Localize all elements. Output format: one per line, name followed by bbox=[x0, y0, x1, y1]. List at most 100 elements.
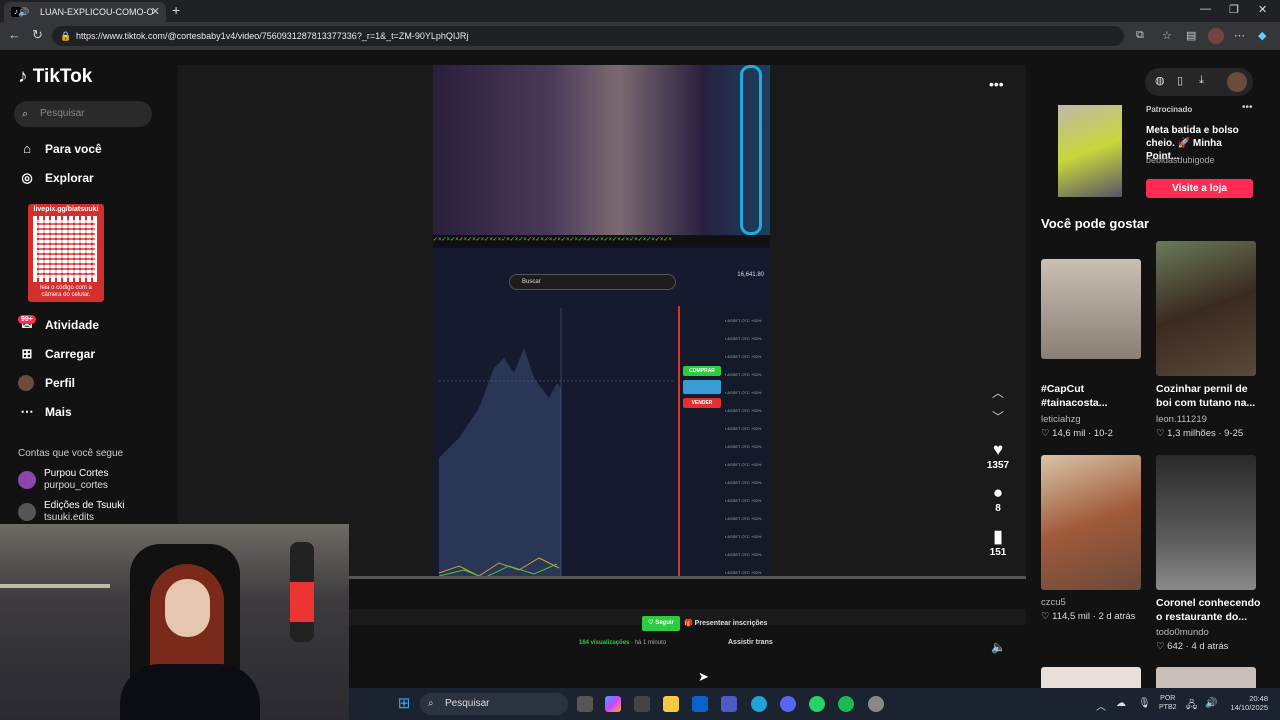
profile-avatar[interactable] bbox=[1208, 28, 1224, 44]
volume-tray-icon[interactable]: 🔊 bbox=[1205, 698, 1217, 709]
task-view-icon[interactable] bbox=[577, 696, 593, 712]
card-user[interactable]: leticiahzg bbox=[1041, 414, 1081, 425]
save-button[interactable]: ▮ 151 bbox=[982, 527, 1014, 558]
video-thumbnail[interactable] bbox=[1041, 455, 1141, 590]
buy-button: COMPRAR bbox=[683, 366, 721, 376]
sidebar-item-upload[interactable]: ⊞ Carregar bbox=[18, 344, 95, 364]
prev-video-icon[interactable]: ︿ bbox=[992, 384, 1004, 401]
video-frame[interactable]: ✓×✓×✓×✓×✓×✓×✓×✓×✓×✓×✓×✓×✓×✓×✓×✓×✓×✓×✓×✓×… bbox=[433, 65, 770, 605]
livepix-qr-overlay: livepix.gg/biatsuuki leia o código com a… bbox=[28, 204, 104, 302]
trade-info bbox=[683, 380, 721, 394]
video-thumbnail[interactable] bbox=[1156, 455, 1256, 590]
asset-row: ▪ ASSET OTC +92% bbox=[725, 498, 762, 503]
followed-account[interactable]: Edições de Tsuuki tsuuki.edits bbox=[18, 500, 124, 526]
neon-light bbox=[740, 65, 762, 235]
watch-stream-label: Assistir trans bbox=[728, 639, 773, 646]
lock-icon: 🔒 bbox=[60, 31, 72, 41]
download-icon[interactable]: ⤓ bbox=[1199, 74, 1204, 87]
volume-icon[interactable]: 🔈 bbox=[991, 640, 1006, 654]
favorites-icon[interactable]: ☆ bbox=[1162, 29, 1172, 42]
speaker-icon[interactable]: 🔊 bbox=[18, 2, 29, 22]
card-user[interactable]: todo0mundo bbox=[1156, 627, 1209, 638]
discord-icon[interactable] bbox=[780, 696, 796, 712]
like-button[interactable]: ♥ 1357 bbox=[982, 440, 1014, 471]
asset-row: ▪ ASSET OTC +92% bbox=[725, 354, 762, 359]
trade-search: Buscar bbox=[509, 274, 676, 290]
video-thumbnail[interactable] bbox=[1156, 667, 1256, 690]
windows-start-icon[interactable]: ⊞ bbox=[396, 696, 412, 712]
maximize-icon[interactable]: ❐ bbox=[1229, 3, 1239, 16]
card-title[interactable]: #CapCut #tainacosta... bbox=[1041, 382, 1151, 410]
card-user[interactable]: leon.111219 bbox=[1156, 414, 1207, 425]
heart-icon: ♥ bbox=[992, 440, 1004, 459]
save-count: 151 bbox=[989, 547, 1007, 558]
address-bar-row: ← ↻ 🔒 https://www.tiktok.com/@cortesbaby… bbox=[0, 22, 1280, 50]
edge-icon[interactable] bbox=[751, 696, 767, 712]
new-tab-icon[interactable]: + bbox=[172, 2, 180, 18]
qr-code bbox=[33, 216, 99, 282]
coins-icon[interactable]: ◍ bbox=[1155, 74, 1165, 87]
follow-button: ♡ Seguir bbox=[642, 616, 680, 631]
search-input[interactable]: ⌕ Pesquisar bbox=[14, 101, 152, 127]
collections-icon[interactable]: ▤ bbox=[1186, 29, 1196, 42]
onedrive-icon[interactable]: ☁ bbox=[1116, 698, 1126, 709]
teams-icon[interactable] bbox=[721, 696, 737, 712]
avatar[interactable] bbox=[1227, 72, 1247, 92]
followed-account[interactable]: Purpou Cortes purpou_cortes bbox=[18, 468, 108, 494]
sidebar-item-profile[interactable]: Perfil bbox=[18, 373, 75, 393]
tab-title: LUAN-EXPLICOU-COMO-O bbox=[40, 7, 154, 17]
outlook-icon[interactable] bbox=[692, 696, 708, 712]
home-icon: ⌂ bbox=[23, 141, 31, 156]
mic-icon[interactable]: 🎙 bbox=[1138, 698, 1151, 709]
back-icon[interactable]: ← bbox=[8, 27, 21, 42]
phone-icon[interactable]: ▯ bbox=[1177, 74, 1183, 87]
asset-row: ▪ ASSET OTC +92% bbox=[725, 552, 762, 557]
video-thumbnail[interactable] bbox=[1156, 241, 1256, 376]
video-more-icon[interactable]: ••• bbox=[989, 76, 1004, 92]
more-icon: ⋯ bbox=[20, 404, 34, 419]
copilot-icon[interactable]: ◆ bbox=[1258, 29, 1266, 42]
tiktok-logo[interactable]: ♪ TikTok bbox=[18, 66, 92, 88]
search-icon: ⌕ bbox=[428, 698, 434, 709]
ad-user[interactable]: bebidasdubigode bbox=[1146, 155, 1215, 165]
price-chart bbox=[439, 308, 674, 588]
window-close-icon[interactable]: ✕ bbox=[1258, 3, 1267, 16]
taskbar-search[interactable]: ⌕ Pesquisar bbox=[420, 693, 568, 715]
obs-icon[interactable] bbox=[868, 696, 884, 712]
shelf bbox=[0, 584, 110, 588]
browser-tab[interactable]: ♪ 🔊 LUAN-EXPLICOU-COMO-O ✕ bbox=[4, 2, 166, 22]
visit-store-button[interactable]: Visite a loja bbox=[1146, 179, 1253, 198]
video-thumbnail[interactable] bbox=[1041, 259, 1141, 359]
copilot-taskbar-icon[interactable] bbox=[605, 696, 621, 712]
video-thumbnail[interactable] bbox=[1041, 667, 1141, 690]
next-video-icon[interactable]: ﹀ bbox=[992, 408, 1004, 425]
recommend-header: Você pode gostar bbox=[1041, 216, 1150, 231]
asset-row: ▪ ASSET OTC +92% bbox=[725, 516, 762, 521]
minimize-icon[interactable]: — bbox=[1200, 3, 1211, 15]
url-field[interactable]: 🔒 https://www.tiktok.com/@cortesbaby1v4/… bbox=[52, 26, 1124, 46]
file-explorer-icon[interactable] bbox=[663, 696, 679, 712]
browser-menu-icon[interactable]: ⋯ bbox=[1234, 29, 1245, 42]
extensions-icon[interactable]: ⧉ bbox=[1136, 29, 1144, 42]
refresh-icon[interactable]: ↻ bbox=[32, 27, 43, 43]
sidebar-item-more[interactable]: ⋯ Mais bbox=[18, 402, 72, 422]
spotify-icon[interactable] bbox=[838, 696, 854, 712]
tab-close-icon[interactable]: ✕ bbox=[151, 2, 160, 22]
comment-button[interactable]: ● 8 bbox=[982, 483, 1014, 514]
card-title[interactable]: Coronel conhecendo o restaurante do... bbox=[1156, 596, 1266, 624]
card-user[interactable]: czcu5 bbox=[1041, 597, 1066, 608]
card-title[interactable]: Cozinhar pernil de boi com tutano na... bbox=[1156, 382, 1266, 410]
language-indicator[interactable]: POR PTB2 bbox=[1159, 694, 1177, 712]
sidebar-item-for-you[interactable]: ⌂ Para você bbox=[18, 139, 102, 159]
bookmark-icon: ▮ bbox=[993, 527, 1003, 546]
network-icon[interactable]: 🖧 bbox=[1186, 698, 1197, 715]
view-count: 164 visualizações · há 1 minuto bbox=[579, 640, 667, 646]
whatsapp-icon[interactable] bbox=[809, 696, 825, 712]
ad-more-icon[interactable]: ••• bbox=[1242, 102, 1253, 113]
sidebar-item-explore[interactable]: ◎ Explorar bbox=[18, 168, 93, 188]
compass-icon: ◎ bbox=[21, 170, 33, 185]
store-icon[interactable] bbox=[634, 696, 650, 712]
system-clock[interactable]: 20:48 14/10/2025 bbox=[1226, 694, 1268, 712]
ad-thumbnail[interactable] bbox=[1058, 105, 1122, 197]
tray-expand-icon[interactable]: ︿ bbox=[1096, 698, 1106, 713]
